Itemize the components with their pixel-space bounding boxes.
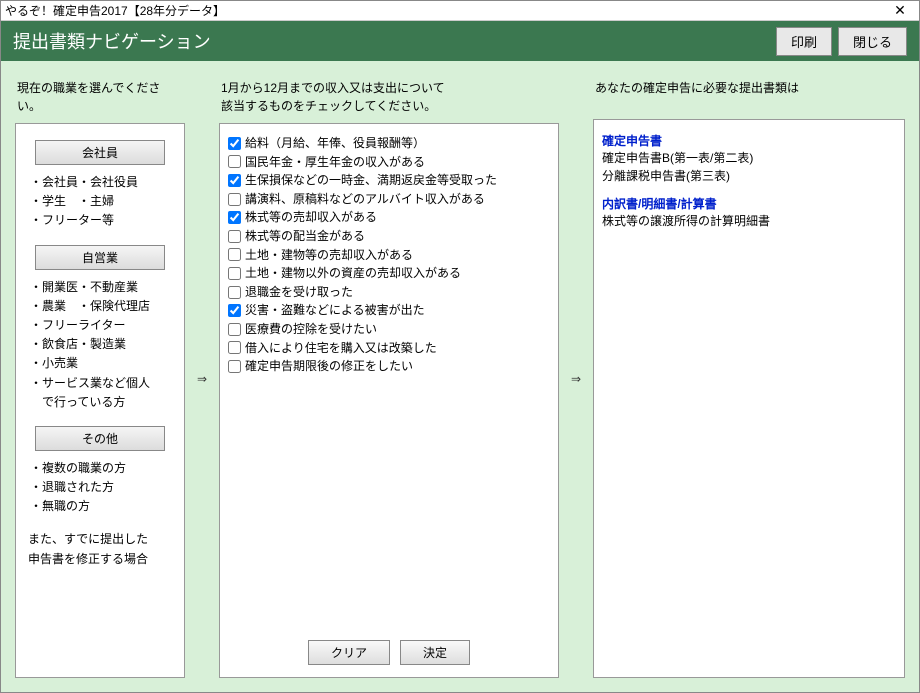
clear-button[interactable]: クリア	[308, 640, 390, 665]
checkbox-row[interactable]: 株式等の配当金がある	[228, 227, 550, 246]
ok-button[interactable]: 決定	[400, 640, 470, 665]
doc-line: 分離課税申告書(第三表)	[602, 167, 896, 185]
middle-panel: 給料（月給、年俸、役員報酬等）国民年金・厚生年金の収入がある生保損保などの一時金…	[219, 123, 559, 678]
page-title: 提出書類ナビゲーション	[13, 28, 770, 54]
checkbox[interactable]	[228, 155, 241, 168]
checkbox-label: 株式等の配当金がある	[245, 227, 365, 246]
list-item: ・学生 ・主婦	[30, 192, 176, 211]
list-item: ・会社員・会社役員	[30, 173, 176, 192]
category-list-other: ・複数の職業の方・退職された方・無職の方	[30, 459, 176, 517]
right-panel: 確定申告書確定申告書B(第一表/第二表)分離課税申告書(第三表) 内訳書/明細書/…	[593, 119, 905, 678]
checkbox-row[interactable]: 講演料、原稿料などのアルバイト収入がある	[228, 190, 550, 209]
category-button-self[interactable]: 自営業	[35, 245, 165, 270]
middle-label: 1月から12月までの収入又は支出について該当するものをチェックしてください。	[219, 79, 559, 123]
checkbox-label: 土地・建物以外の資産の売却収入がある	[245, 264, 461, 283]
list-item: ・複数の職業の方	[30, 459, 176, 478]
checkbox-row[interactable]: 退職金を受け取った	[228, 283, 550, 302]
checkbox-row[interactable]: 土地・建物等の売却収入がある	[228, 246, 550, 265]
titlebar: やるぞ！確定申告2017【28年分データ】 ✕	[1, 1, 919, 21]
checkbox-row[interactable]: 株式等の売却収入がある	[228, 208, 550, 227]
checkbox-row[interactable]: 災害・盗難などによる被害が出た	[228, 301, 550, 320]
checkbox-row[interactable]: 確定申告期限後の修正をしたい	[228, 357, 550, 376]
doc-heading: 確定申告書	[602, 132, 896, 149]
checkbox-row[interactable]: 医療費の控除を受けたい	[228, 320, 550, 339]
checkbox-row[interactable]: 借入により住宅を購入又は改築した	[228, 339, 550, 358]
category-list-self: ・開業医・不動産業・農業 ・保険代理店・フリーライター・飲食店・製造業・小売業・…	[30, 278, 176, 412]
header: 提出書類ナビゲーション 印刷 閉じる	[1, 21, 919, 61]
checkbox[interactable]	[228, 341, 241, 354]
checkbox[interactable]	[228, 248, 241, 261]
list-item: ・フリーライター	[30, 316, 176, 335]
category-list-employee: ・会社員・会社役員・学生 ・主婦・フリーター等	[30, 173, 176, 231]
list-item: で行っている方	[30, 393, 176, 412]
checkbox[interactable]	[228, 304, 241, 317]
checkbox[interactable]	[228, 193, 241, 206]
checkbox-row[interactable]: 国民年金・厚生年金の収入がある	[228, 153, 550, 172]
checkbox-row[interactable]: 給料（月給、年俸、役員報酬等）	[228, 134, 550, 153]
checkbox[interactable]	[228, 174, 241, 187]
checkbox[interactable]	[228, 137, 241, 150]
window-title: やるぞ！確定申告2017【28年分データ】	[5, 2, 885, 19]
doc-line: 株式等の譲渡所得の計算明細書	[602, 212, 896, 230]
list-item: ・開業医・不動産業	[30, 278, 176, 297]
checkbox[interactable]	[228, 267, 241, 280]
right-label: あなたの確定申告に必要な提出書類は	[593, 79, 905, 119]
checkbox[interactable]	[228, 211, 241, 224]
list-item: ・農業 ・保険代理店	[30, 297, 176, 316]
checkbox-label: 生保損保などの一時金、満期返戻金等受取った	[245, 171, 497, 190]
arrow-icon: ⇒	[193, 79, 211, 678]
checkbox-label: 給料（月給、年俸、役員報酬等）	[245, 134, 425, 153]
checkbox-label: 講演料、原稿料などのアルバイト収入がある	[245, 190, 485, 209]
checkbox[interactable]	[228, 323, 241, 336]
left-note: また、すでに提出した申告書を修正する場合	[28, 530, 176, 568]
close-icon[interactable]: ✕	[885, 2, 915, 19]
checkbox-row[interactable]: 土地・建物以外の資産の売却収入がある	[228, 264, 550, 283]
checkbox-row[interactable]: 生保損保などの一時金、満期返戻金等受取った	[228, 171, 550, 190]
category-button-employee[interactable]: 会社員	[35, 140, 165, 165]
list-item: ・飲食店・製造業	[30, 335, 176, 354]
checkbox[interactable]	[228, 286, 241, 299]
checkbox-label: 確定申告期限後の修正をしたい	[245, 357, 413, 376]
doc-heading: 内訳書/明細書/計算書	[602, 195, 896, 212]
list-item: ・フリーター等	[30, 211, 176, 230]
list-item: ・退職された方	[30, 478, 176, 497]
checkbox-label: 退職金を受け取った	[245, 283, 353, 302]
checkbox-label: 災害・盗難などによる被害が出た	[245, 301, 425, 320]
checkbox-label: 医療費の控除を受けたい	[245, 320, 377, 339]
checkbox[interactable]	[228, 360, 241, 373]
category-button-other[interactable]: その他	[35, 426, 165, 451]
checkbox-label: 国民年金・厚生年金の収入がある	[245, 153, 425, 172]
checkbox-label: 借入により住宅を購入又は改築した	[245, 339, 437, 358]
list-item: ・無職の方	[30, 497, 176, 516]
checkbox-label: 土地・建物等の売却収入がある	[245, 246, 413, 265]
arrow-icon: ⇒	[567, 79, 585, 678]
close-button[interactable]: 閉じる	[838, 27, 907, 56]
list-item: ・サービス業など個人	[30, 374, 176, 393]
list-item: ・小売業	[30, 354, 176, 373]
checkbox[interactable]	[228, 230, 241, 243]
left-label: 現在の職業を選んでください。	[15, 79, 185, 123]
left-panel: 会社員 ・会社員・会社役員・学生 ・主婦・フリーター等 自営業 ・開業医・不動産…	[15, 123, 185, 678]
checkbox-label: 株式等の売却収入がある	[245, 208, 377, 227]
doc-line: 確定申告書B(第一表/第二表)	[602, 149, 896, 167]
print-button[interactable]: 印刷	[776, 27, 832, 56]
